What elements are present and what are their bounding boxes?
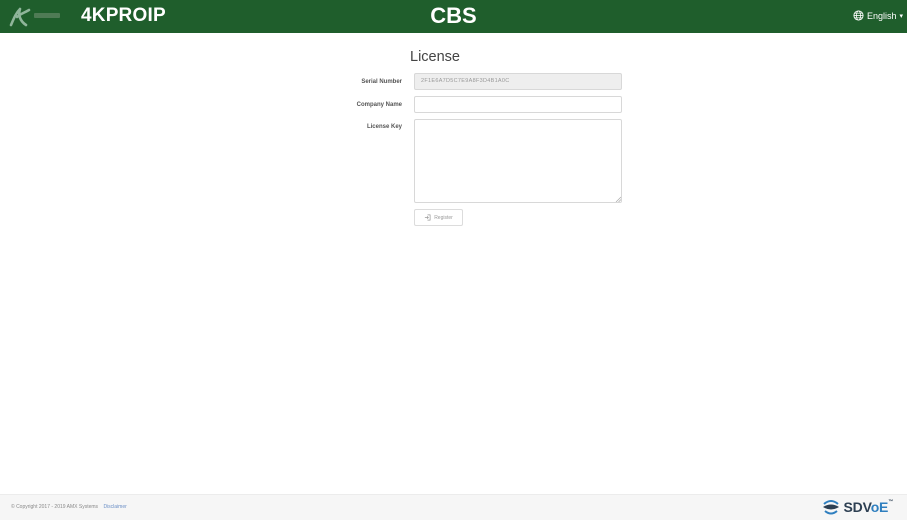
caret-down-icon: ▾ xyxy=(899,12,903,20)
globe-icon xyxy=(853,10,864,21)
resize-grip-icon[interactable] xyxy=(615,196,621,202)
register-label: Register xyxy=(434,214,453,221)
top-header: 4KPROIP CBS English ▾ xyxy=(0,0,907,33)
logo-subtext xyxy=(34,13,60,18)
license-key-label: License Key xyxy=(366,124,402,130)
copyright-label: © Copyright 2017 - 2019 AMX Systems xyxy=(11,504,99,510)
disclaimer-link[interactable]: Disclaimer xyxy=(103,504,126,510)
sdvoe-wordmark: SDVoE™ xyxy=(843,499,894,515)
brand-name: 4KPROIP xyxy=(81,5,166,26)
serial-number-field: 2F1E6A7D5C7E9A8F3D4B1A0C xyxy=(414,73,622,90)
license-key-field[interactable] xyxy=(414,119,622,203)
company-name-label: Company Name xyxy=(356,102,402,108)
company-name-field[interactable] xyxy=(414,96,622,113)
language-selector[interactable]: English ▾ xyxy=(853,10,903,21)
register-button[interactable]: Register xyxy=(414,209,463,226)
aims-logo-icon xyxy=(9,7,31,27)
language-label: English xyxy=(866,10,897,21)
sdvoe-logo: SDVoE™ xyxy=(822,499,893,515)
trademark-mark: ™ xyxy=(888,499,893,505)
copyright-text: © Copyright 2017 - 2019 AMX Systems Disc… xyxy=(11,504,127,510)
page-title: License xyxy=(410,49,460,65)
sdvoe-logo-icon xyxy=(822,500,839,515)
page-footer: © Copyright 2017 - 2019 AMX Systems Disc… xyxy=(0,494,907,520)
sign-in-icon xyxy=(425,214,431,221)
serial-number-label: Serial Number xyxy=(361,79,402,85)
sdvoe-oe-text: oE xyxy=(870,499,889,515)
app-title: CBS xyxy=(430,3,477,28)
sdvoe-sd-text: SDV xyxy=(843,499,871,515)
